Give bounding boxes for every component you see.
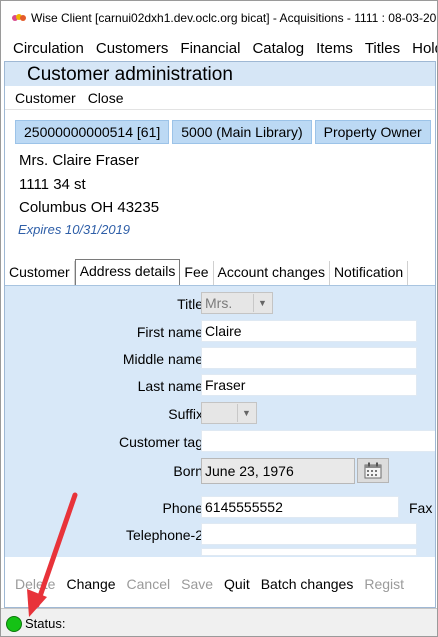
first-name-row: First name Claire <box>5 320 435 344</box>
chevron-down-icon: ▼ <box>253 294 271 312</box>
last-name-label: Last name <box>137 378 203 394</box>
menu-holds[interactable]: Hold <box>406 40 437 57</box>
tab-fee[interactable]: Fee <box>180 261 214 285</box>
menu-financial[interactable]: Financial <box>174 40 246 57</box>
phone-row: Phone 6145555552 Fax <box>5 496 435 520</box>
batch-changes-button[interactable]: Batch changes <box>261 576 354 592</box>
last-name-row: Last name Fraser <box>5 374 435 398</box>
title-bar: Wise Client [carnui02dxh1.dev.oclc.org b… <box>1 1 437 35</box>
tab-notification[interactable]: Notification <box>330 261 409 285</box>
status-bar: Status: <box>1 608 437 636</box>
window-title: Wise Client [carnui02dxh1.dev.oclc.org b… <box>31 11 437 25</box>
patron-expiry: Expires 10/31/2019 <box>18 222 131 237</box>
telephone2-label: Telephone-2 <box>125 527 203 543</box>
fax-label: Fax <box>409 500 433 516</box>
action-bar: Delete Change Cancel Save Quit Batch cha… <box>15 571 435 597</box>
tab-address-details[interactable]: Address details <box>74 259 181 285</box>
patron-type-chip[interactable]: Property Owner <box>314 120 431 144</box>
patron-chips: 25000000000514 [61] 5000 (Main Library) … <box>15 120 431 144</box>
title-row: Title Mrs. ▼ <box>5 292 435 316</box>
menu-customers[interactable]: Customers <box>90 40 175 57</box>
phone-input[interactable]: 6145555552 <box>201 496 399 518</box>
close-menu[interactable]: Close <box>88 90 124 106</box>
calendar-icon <box>364 462 382 479</box>
register-button[interactable]: Regist <box>364 576 404 592</box>
branch-chip[interactable]: 5000 (Main Library) <box>172 120 312 144</box>
born-date-input[interactable]: June 23, 1976 <box>201 458 355 484</box>
address-details-form: Title Mrs. ▼ First name Claire Middle na… <box>5 286 435 557</box>
sub-toolbar: Customer Close <box>5 86 435 110</box>
next-input-partial[interactable] <box>201 548 417 556</box>
barcode-chip[interactable]: 25000000000514 [61] <box>15 120 170 144</box>
middle-name-input[interactable] <box>201 347 417 369</box>
customer-tag-row: Customer tag <box>5 430 435 454</box>
phone-label: Phone <box>162 500 203 516</box>
chevron-down-icon: ▼ <box>237 404 255 422</box>
first-name-input[interactable]: Claire <box>201 320 417 342</box>
save-button[interactable]: Save <box>181 576 213 592</box>
born-label: Born <box>173 463 203 479</box>
customer-tag-input[interactable] <box>201 430 435 452</box>
first-name-label: First name <box>136 324 203 340</box>
suffix-select[interactable]: ▼ <box>201 402 257 424</box>
menu-circulation[interactable]: Circulation <box>1 40 90 57</box>
calendar-button[interactable] <box>357 458 389 483</box>
status-indicator-icon <box>6 615 22 632</box>
customer-admin-panel: Customer administration Customer Close 2… <box>4 61 436 608</box>
status-label: Status: <box>25 616 66 631</box>
suffix-label: Suffix <box>168 406 203 422</box>
patron-name: Mrs. Claire Fraser <box>19 152 140 169</box>
patron-street: 1111 34 st <box>19 176 86 193</box>
last-name-input[interactable]: Fraser <box>201 374 417 396</box>
panel-title: Customer administration <box>5 62 435 86</box>
quit-button[interactable]: Quit <box>224 576 250 592</box>
title-select[interactable]: Mrs. ▼ <box>201 292 273 314</box>
middle-name-label: Middle name <box>122 351 203 367</box>
delete-button[interactable]: Delete <box>15 576 55 592</box>
menu-titles[interactable]: Titles <box>359 40 406 57</box>
menu-catalog[interactable]: Catalog <box>246 40 310 57</box>
customer-menu[interactable]: Customer <box>15 90 76 106</box>
middle-name-row: Middle name <box>5 347 435 371</box>
suffix-row: Suffix ▼ <box>5 402 435 426</box>
born-row: Born June 23, 1976 <box>5 458 435 484</box>
customer-tag-label: Customer tag <box>118 434 203 450</box>
main-menu-bar: Circulation Customers Financial Catalog … <box>1 35 437 61</box>
title-label: Title <box>177 296 203 312</box>
telephone2-row: Telephone-2 <box>5 523 435 547</box>
title-value: Mrs. <box>205 295 233 311</box>
tab-account-changes[interactable]: Account changes <box>214 261 330 285</box>
detail-tabs: Customer Address details Fee Account cha… <box>5 259 435 286</box>
patron-city: Columbus OH 43235 <box>19 199 160 216</box>
cancel-button[interactable]: Cancel <box>127 576 171 592</box>
change-button[interactable]: Change <box>66 576 115 592</box>
app-window: Wise Client [carnui02dxh1.dev.oclc.org b… <box>0 0 438 637</box>
next-row-partial <box>5 548 435 556</box>
tab-customer[interactable]: Customer <box>5 261 75 285</box>
menu-items[interactable]: Items <box>310 40 359 57</box>
app-logo-icon <box>11 12 27 24</box>
telephone2-input[interactable] <box>201 523 417 545</box>
